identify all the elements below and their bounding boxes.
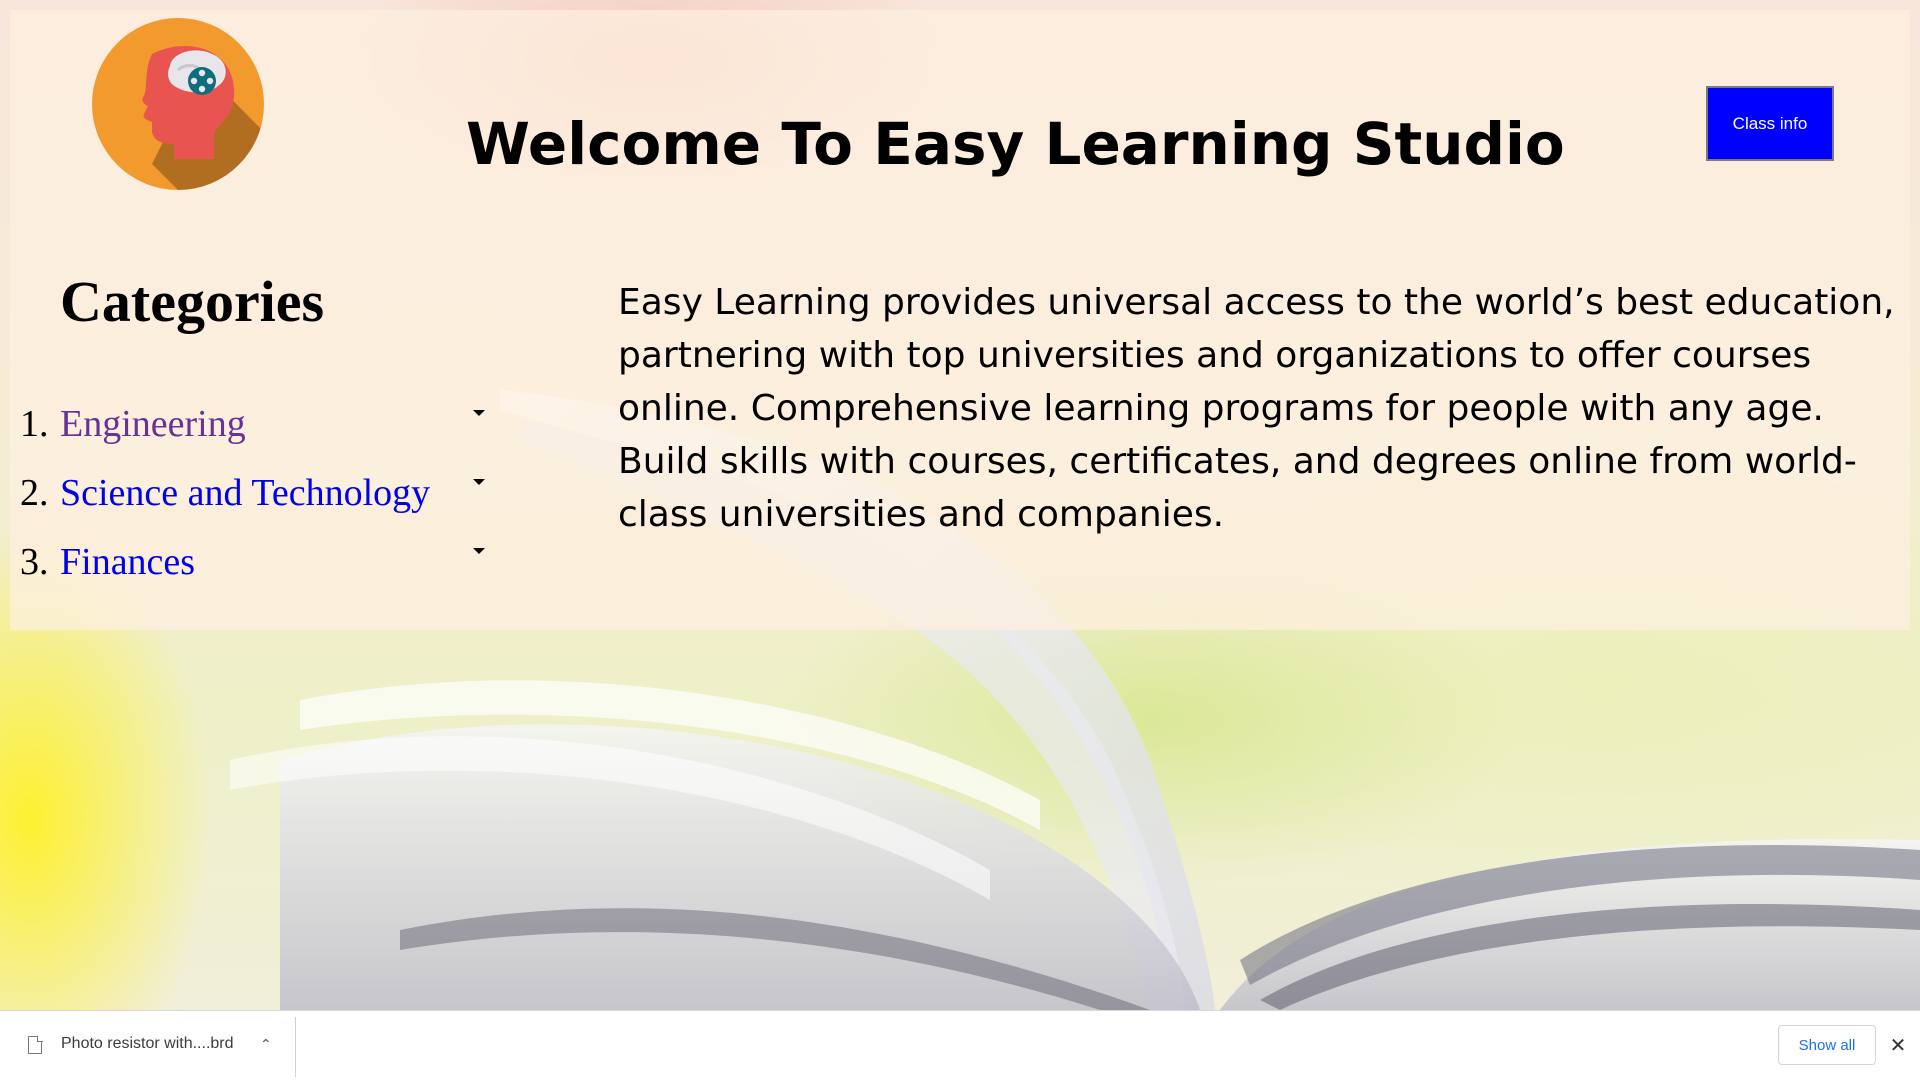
description-paragraph: Easy Learning provides universal access … bbox=[618, 282, 1895, 535]
brain-gamepad-head-icon bbox=[92, 18, 264, 190]
chevron-up-icon[interactable]: ⌃ bbox=[260, 1037, 272, 1053]
category-link-finances[interactable]: Finances bbox=[60, 540, 195, 584]
list-item: 2. Science and Technology bbox=[20, 471, 430, 540]
file-icon bbox=[28, 1035, 43, 1054]
list-number: 1. bbox=[20, 403, 49, 445]
list-item: 1. Engineering bbox=[20, 402, 430, 471]
dropdown-caret-icon[interactable] bbox=[473, 548, 485, 554]
category-link-science-and-technology[interactable]: Science and Technology bbox=[60, 471, 430, 515]
close-icon[interactable]: ✕ bbox=[1886, 1031, 1910, 1059]
page-title: Welcome To Easy Learning Studio bbox=[466, 110, 1565, 178]
class-info-button[interactable]: Class info bbox=[1706, 86, 1834, 161]
list-number: 2. bbox=[20, 472, 49, 514]
categories-heading: Categories bbox=[60, 269, 325, 334]
categories-list: 1. Engineering 2. Science and Technology… bbox=[20, 402, 430, 609]
list-number: 3. bbox=[20, 541, 49, 583]
dropdown-caret-icon[interactable] bbox=[473, 479, 485, 485]
divider bbox=[295, 1017, 296, 1077]
download-file-name[interactable]: Photo resistor with....brd bbox=[61, 1035, 234, 1053]
download-bar: Photo resistor with....brd ⌃ Show all ✕ bbox=[0, 1010, 1920, 1080]
category-link-engineering[interactable]: Engineering bbox=[60, 402, 246, 446]
list-item: 3. Finances bbox=[20, 540, 430, 609]
dropdown-caret-icon[interactable] bbox=[473, 410, 485, 416]
show-all-button[interactable]: Show all bbox=[1778, 1025, 1876, 1065]
